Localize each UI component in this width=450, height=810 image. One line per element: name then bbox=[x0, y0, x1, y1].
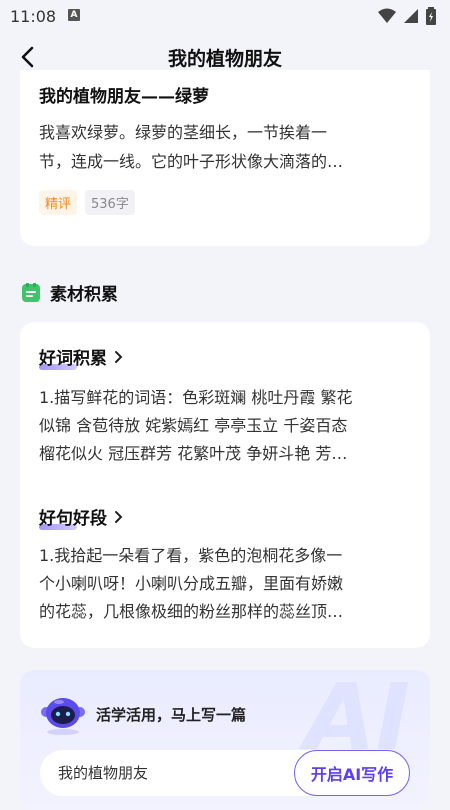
page-title: 我的植物朋友 bbox=[167, 48, 282, 70]
status-bar: 11:08 A bbox=[0, 0, 450, 32]
status-icons bbox=[378, 7, 436, 25]
good-words-title-wrap: 好词积累 bbox=[39, 344, 107, 370]
robot-mascot-icon bbox=[41, 698, 85, 735]
material-card: 好词积累 1.描写鲜花的词语：色彩斑斓 桃吐丹霞 繁花 似锦 含苞待放 姹紫嫣红… bbox=[20, 322, 430, 648]
cellular-icon bbox=[404, 9, 418, 23]
featured-tag: 精评 bbox=[39, 190, 78, 215]
section-title: 素材积累 bbox=[50, 285, 118, 305]
ai-topic-value: 我的植物朋友 bbox=[58, 764, 149, 782]
content-line: 的花蕊，几根像极细的粉丝那样的蕊丝顶… bbox=[39, 602, 344, 621]
word-count-badge: 536字 bbox=[85, 190, 135, 215]
ai-topic-input[interactable]: 我的植物朋友 开启AI写作 bbox=[40, 750, 410, 796]
content-line: 似锦 含苞待放 姹紫嫣红 亭亭玉立 千姿百态 bbox=[39, 416, 348, 435]
essay-tags: 精评 536字 bbox=[39, 190, 135, 215]
wifi-icon bbox=[378, 8, 396, 23]
good-words-title: 好词积累 bbox=[39, 349, 107, 369]
material-section-header: 素材积累 bbox=[22, 280, 118, 305]
content-line: 1.我拾起一朵看了看，紫色的泡桐花多像一 bbox=[39, 546, 343, 565]
ai-writing-card: AI 活学活用，马上写一篇 我的植物朋友 开启AI写作 bbox=[20, 664, 430, 810]
good-sentences-header[interactable]: 好句好段 bbox=[39, 504, 123, 530]
essay-excerpt-line: 我喜欢绿萝。绿萝的茎细长，一节挨着一 bbox=[39, 123, 328, 142]
good-sentences-title-wrap: 好句好段 bbox=[39, 504, 107, 530]
essay-title: 我的植物朋友——绿萝 bbox=[39, 87, 209, 107]
essay-excerpt: 我喜欢绿萝。绿萝的茎细长，一节挨着一 节，连成一线。它的叶子形状像大滴落的… bbox=[39, 118, 411, 176]
notification-a-icon: A bbox=[68, 9, 80, 21]
good-words-content: 1.描写鲜花的词语：色彩斑斓 桃吐丹霞 繁花 似锦 含苞待放 姹紫嫣红 亭亭玉立… bbox=[39, 384, 415, 468]
good-sentences-title: 好句好段 bbox=[39, 509, 107, 529]
start-ai-writing-button[interactable]: 开启AI写作 bbox=[294, 750, 410, 796]
content-line: 榴花似火 冠压群芳 花繁叶茂 争妍斗艳 芳… bbox=[39, 444, 348, 463]
content-line: 1.描写鲜花的词语：色彩斑斓 桃吐丹霞 繁花 bbox=[39, 388, 353, 407]
battery-icon bbox=[426, 7, 436, 25]
ai-prompt-text: 活学活用，马上写一篇 bbox=[96, 706, 247, 724]
essay-card[interactable]: 我的植物朋友——绿萝 我喜欢绿萝。绿萝的茎细长，一节挨着一 节，连成一线。它的叶… bbox=[20, 70, 430, 246]
notebook-icon bbox=[22, 282, 40, 302]
good-sentences-content: 1.我拾起一朵看了看，紫色的泡桐花多像一 个小喇叭呀！小喇叭分成五瓣，里面有娇嫩… bbox=[39, 542, 415, 626]
chevron-right-icon bbox=[115, 350, 123, 363]
essay-excerpt-line: 节，连成一线。它的叶子形状像大滴落的… bbox=[39, 152, 344, 171]
chevron-right-icon bbox=[115, 510, 123, 523]
status-time: 11:08 bbox=[10, 7, 57, 26]
content-line: 个小喇叭呀！小喇叭分成五瓣，里面有娇嫩 bbox=[39, 574, 344, 593]
good-words-header[interactable]: 好词积累 bbox=[39, 344, 123, 370]
